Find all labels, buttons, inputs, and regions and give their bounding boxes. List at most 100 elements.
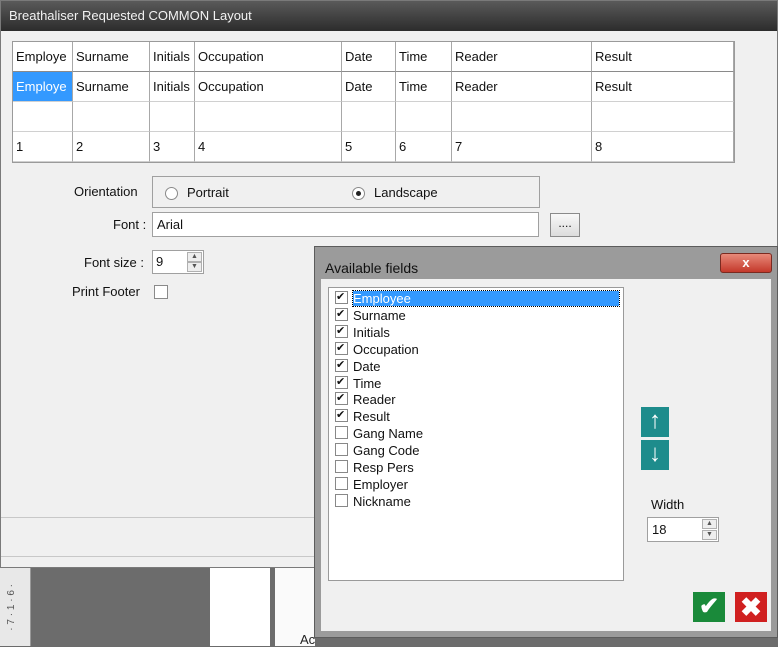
grid-number-cell[interactable]: 7: [452, 132, 592, 162]
x-icon: ✖: [740, 592, 762, 622]
field-checkbox[interactable]: [335, 443, 348, 457]
spin-up-icon[interactable]: ▲: [702, 519, 717, 529]
field-label: Time: [353, 375, 382, 391]
close-icon: x: [742, 255, 750, 270]
field-list-item[interactable]: Employee: [335, 289, 620, 307]
field-label: Occupation: [353, 341, 419, 357]
grid-header-cell[interactable]: Result: [592, 42, 734, 72]
grid-field-cell[interactable]: Result: [592, 72, 734, 102]
field-checkbox[interactable]: [335, 390, 348, 407]
field-checkbox[interactable]: [335, 426, 348, 440]
field-checkbox[interactable]: [335, 306, 348, 323]
field-list-item[interactable]: Occupation: [335, 340, 419, 358]
window-title: Breathaliser Requested COMMON Layout: [9, 8, 252, 23]
grid-empty-cell[interactable]: [592, 102, 734, 132]
field-checkbox[interactable]: [335, 323, 348, 340]
grid-empty-cell[interactable]: [73, 102, 150, 132]
font-size-label: Font size :: [84, 255, 144, 270]
grid-field-cell[interactable]: Reader: [452, 72, 592, 102]
landscape-label[interactable]: Landscape: [374, 185, 438, 200]
grid-field-cell[interactable]: Employe: [13, 72, 73, 102]
portrait-radio[interactable]: [165, 187, 178, 200]
landscape-radio[interactable]: [352, 187, 365, 200]
grid-number-cell[interactable]: 3: [150, 132, 195, 162]
field-checkbox[interactable]: [335, 493, 348, 507]
grid-empty-cell[interactable]: [452, 102, 592, 132]
print-footer-checkbox[interactable]: [154, 285, 168, 299]
font-size-value: 9: [156, 254, 164, 269]
field-list-item[interactable]: Gang Name: [335, 425, 423, 442]
bottom-button-strip: [1, 517, 326, 557]
grid-empty-cell[interactable]: [195, 102, 342, 132]
grid-number-cell[interactable]: 1: [13, 132, 73, 162]
cancel-button[interactable]: ✖: [735, 592, 767, 622]
field-list-item[interactable]: Date: [335, 357, 380, 375]
field-list-item[interactable]: Reader: [335, 390, 396, 408]
field-list-item[interactable]: Result: [335, 407, 390, 425]
field-checkbox[interactable]: [335, 476, 348, 490]
grid-field-cell[interactable]: Surname: [73, 72, 150, 102]
grid-number-cell[interactable]: 8: [592, 132, 734, 162]
field-checkbox[interactable]: [335, 289, 348, 306]
grid-header-cell[interactable]: Initials: [150, 42, 195, 72]
document-page: [210, 568, 270, 646]
field-checkbox[interactable]: [335, 374, 348, 391]
field-list-item[interactable]: Time: [335, 374, 382, 392]
dialog-body: EmployeeSurnameInitialsOccupationDateTim…: [321, 279, 771, 631]
grid-empty-cell[interactable]: [342, 102, 396, 132]
grid-header-cell[interactable]: Reader: [452, 42, 592, 72]
field-label: Result: [353, 409, 390, 425]
field-checkbox[interactable]: [335, 407, 348, 424]
font-field[interactable]: Arial: [152, 212, 539, 237]
field-checkbox[interactable]: [335, 357, 348, 374]
field-list-item[interactable]: Initials: [335, 323, 390, 341]
background-partial-text: Ac: [300, 632, 316, 647]
grid-header-cell[interactable]: Date: [342, 42, 396, 72]
arrow-up-icon[interactable]: ↑: [641, 407, 669, 437]
grid-field-cell[interactable]: Date: [342, 72, 396, 102]
orientation-label: Orientation: [74, 184, 138, 199]
field-list-item[interactable]: Gang Code: [335, 442, 420, 459]
grid-number-cell[interactable]: 4: [195, 132, 342, 162]
field-list-item[interactable]: Resp Pers: [335, 459, 414, 476]
grid-field-cell[interactable]: Time: [396, 72, 452, 102]
grid-empty-cell[interactable]: [13, 102, 73, 132]
ok-button[interactable]: ✔: [693, 592, 725, 622]
grid-header-cell[interactable]: Employe: [13, 42, 73, 72]
grid-header-cell[interactable]: Time: [396, 42, 452, 72]
font-label: Font :: [113, 217, 147, 232]
field-label: Nickname: [353, 493, 411, 509]
spin-up-icon[interactable]: ▲: [187, 252, 202, 262]
spin-down-icon[interactable]: ▼: [187, 262, 202, 272]
field-list-item[interactable]: Employer: [335, 476, 408, 493]
grid-empty-cell[interactable]: [396, 102, 452, 132]
grid-header-cell[interactable]: Surname: [73, 42, 150, 72]
font-browse-button[interactable]: ....: [550, 213, 580, 237]
checkmark-icon: ✔: [698, 593, 720, 620]
field-label: Employee: [352, 290, 620, 307]
spin-down-icon[interactable]: ▼: [702, 530, 717, 540]
grid-number-cell[interactable]: 6: [396, 132, 452, 162]
arrow-down-icon[interactable]: ↓: [641, 440, 669, 470]
width-label: Width: [651, 497, 685, 512]
field-label: Initials: [353, 324, 390, 340]
grid-number-cell[interactable]: 5: [342, 132, 396, 162]
field-list-item[interactable]: Surname: [335, 306, 406, 324]
grid-field-cell[interactable]: Occupation: [195, 72, 342, 102]
close-button[interactable]: x: [720, 253, 772, 273]
layout-grid[interactable]: Employe Surname Initials Occupation Date Time…: [12, 41, 735, 163]
width-spinner[interactable]: 18 ▲ ▼: [647, 517, 719, 542]
field-checkbox[interactable]: [335, 340, 348, 357]
field-checkbox[interactable]: [335, 460, 348, 473]
grid-field-cell[interactable]: Initials: [150, 72, 195, 102]
grid-empty-cell[interactable]: [150, 102, 195, 132]
print-footer-label: Print Footer: [72, 284, 140, 299]
field-label: Reader: [353, 392, 396, 408]
reorder-buttons: ↑ ↓: [641, 407, 669, 471]
grid-number-cell[interactable]: 2: [73, 132, 150, 162]
portrait-label[interactable]: Portrait: [187, 185, 229, 200]
font-size-spinner[interactable]: 9 ▲ ▼: [152, 250, 204, 274]
field-list-item[interactable]: Nickname: [335, 493, 411, 510]
fields-checklist[interactable]: EmployeeSurnameInitialsOccupationDateTim…: [328, 287, 624, 581]
grid-header-cell[interactable]: Occupation: [195, 42, 342, 72]
